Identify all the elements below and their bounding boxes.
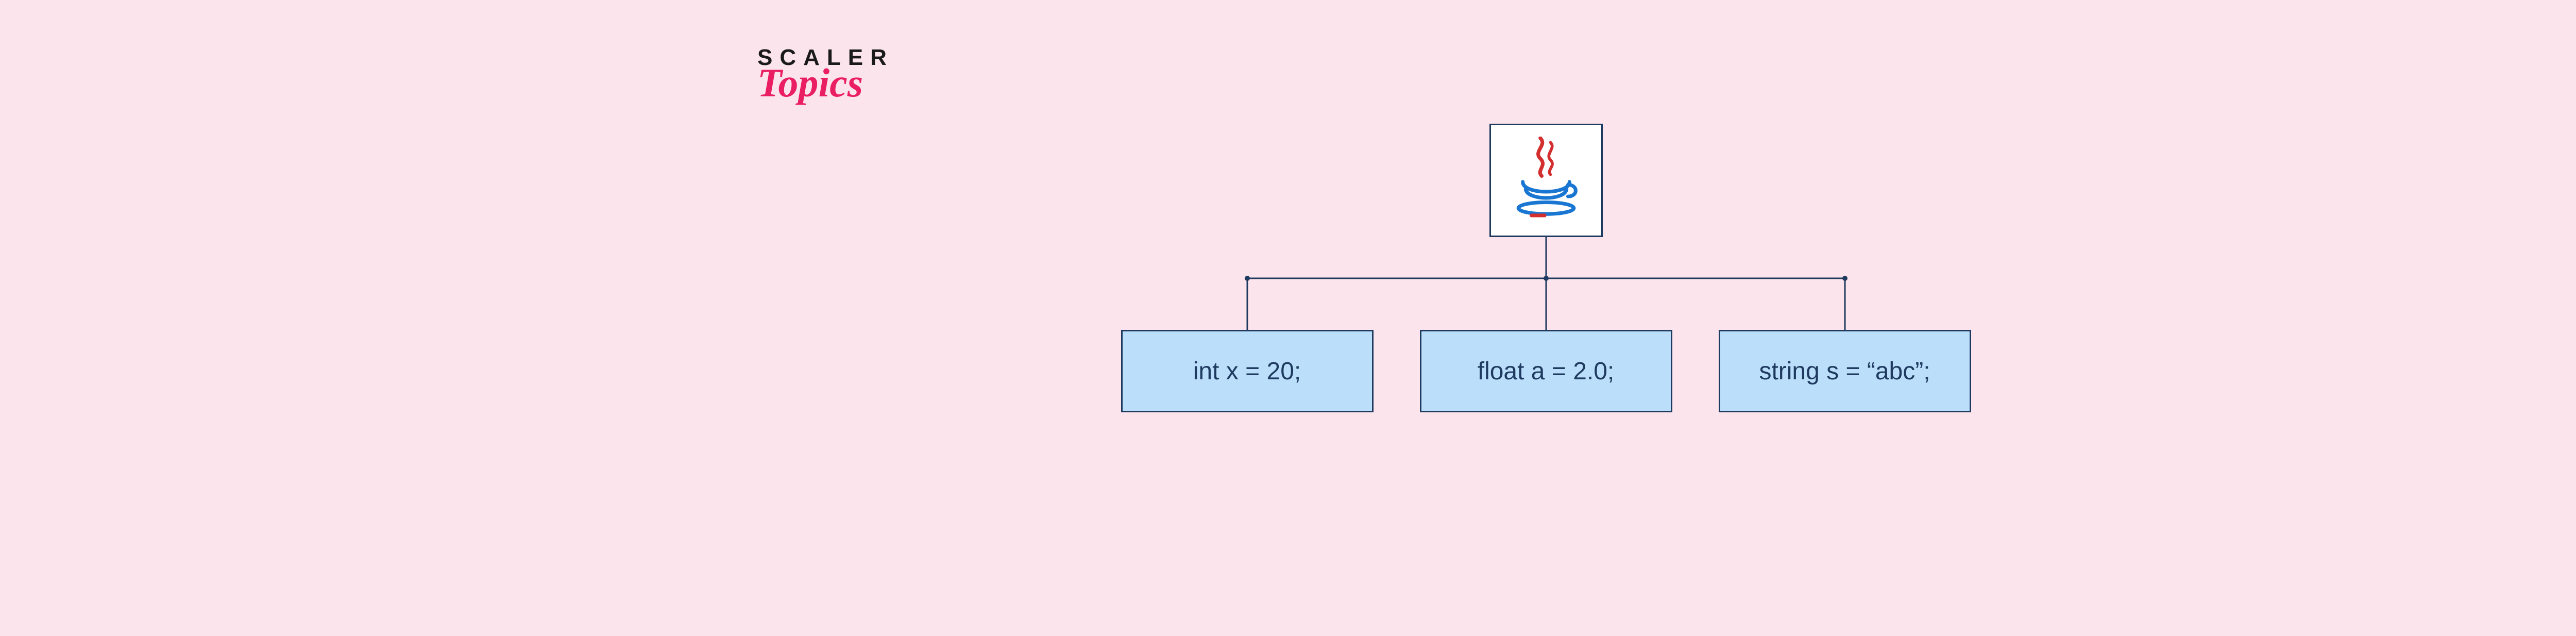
type-boxes-row: int x = 20; float a = 2.0; string s = “a… — [1121, 330, 1971, 412]
int-declaration-text: int x = 20; — [1193, 357, 1301, 386]
java-types-diagram: int x = 20; float a = 2.0; string s = “a… — [1121, 124, 1971, 412]
java-icon — [1507, 137, 1585, 224]
int-declaration-box: int x = 20; — [1121, 330, 1374, 412]
connector-lines — [1121, 237, 1971, 330]
logo-bottom-text: Topics — [757, 67, 863, 99]
java-root-node — [1489, 124, 1603, 237]
string-declaration-text: string s = “abc”; — [1759, 357, 1930, 386]
scaler-topics-logo: SCALER Topics — [757, 46, 894, 99]
string-declaration-box: string s = “abc”; — [1719, 330, 1971, 412]
tree-connectors — [1121, 237, 1971, 330]
float-declaration-text: float a = 2.0; — [1478, 357, 1615, 386]
float-declaration-box: float a = 2.0; — [1420, 330, 1672, 412]
